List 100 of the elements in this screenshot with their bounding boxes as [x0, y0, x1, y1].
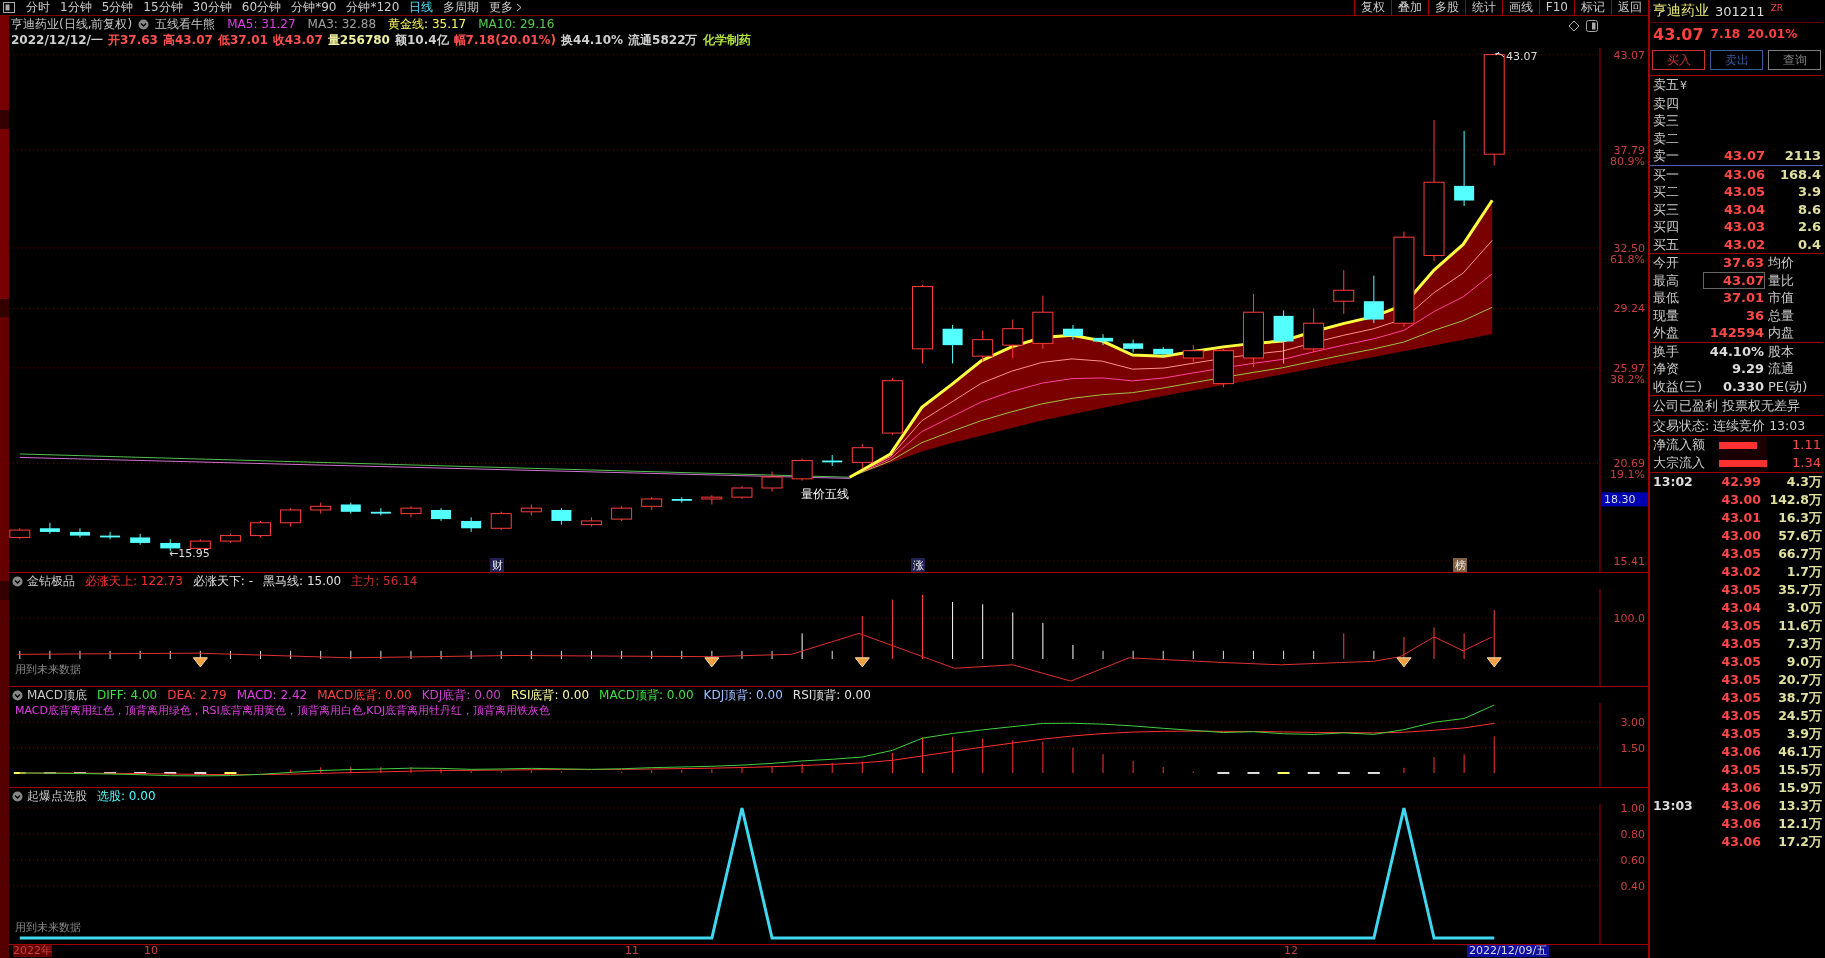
period-tab[interactable]: 分钟*120: [341, 0, 405, 15]
candlestick: [791, 458, 813, 482]
indicator-value: 主力: 56.14: [351, 572, 418, 590]
diamond-icon: [192, 657, 208, 668]
stat-value: 44.10%: [1708, 342, 1765, 360]
warning-note: 用到未来数据: [15, 920, 81, 936]
toolbar-button[interactable]: 多股: [1427, 0, 1465, 15]
indicator-name: MACD顶底: [27, 686, 87, 704]
stat-value: 36: [1744, 306, 1765, 324]
trade-button[interactable]: 查询: [1768, 50, 1821, 70]
panel-toggle-icon[interactable]: [1586, 20, 1598, 32]
candlestick: [400, 505, 422, 518]
candlestick: [611, 505, 633, 522]
trade-volume: 20.7万: [1777, 671, 1823, 689]
diamond-icon: [1486, 657, 1502, 668]
trade-button[interactable]: 买入: [1652, 50, 1705, 70]
candlestick: [942, 324, 963, 364]
indicator-value: MA10: 29.16: [478, 17, 555, 31]
indicator-name: 金钻极品: [27, 572, 75, 590]
candlestick: [520, 503, 542, 516]
order-volume: 8.6: [1796, 200, 1822, 218]
order-level-label: 卖二: [1653, 129, 1680, 147]
order-level-label: 买四: [1653, 218, 1680, 236]
trade-volume: 15.5万: [1777, 761, 1823, 779]
bar-info-text: 换44.10%: [561, 31, 624, 49]
axis-label: 0.40: [1620, 880, 1645, 894]
candlestick: [1212, 348, 1234, 388]
warning-note: 用到未来数据: [15, 662, 81, 678]
window-toggle-icon[interactable]: [3, 2, 15, 13]
order-volume: 168.4: [1778, 165, 1822, 183]
candlestick: [822, 454, 843, 467]
candlestick: [39, 522, 60, 535]
stat-label: 换手: [1653, 342, 1680, 360]
order-volume: 2.6: [1796, 218, 1822, 236]
period-tab[interactable]: 15分钟: [138, 0, 188, 15]
stat-value: 37.01: [1721, 289, 1765, 307]
toolbar-button[interactable]: 复权: [1353, 0, 1391, 15]
axis-label: 15.41: [1613, 555, 1645, 569]
order-volume: 2113: [1783, 147, 1822, 165]
dropdown-icon[interactable]: [12, 689, 23, 701]
flow-value: 1.34: [1791, 454, 1822, 472]
flow-value: 1.11: [1791, 436, 1822, 454]
toolbar-button[interactable]: 返回: [1611, 0, 1648, 15]
trade-volume: 9.0万: [1785, 653, 1823, 671]
period-tab[interactable]: 分钟*90: [286, 0, 342, 15]
toolbar-button[interactable]: 统计: [1464, 0, 1502, 15]
trade-volume: 3.0万: [1785, 599, 1823, 617]
toolbar-button[interactable]: F10: [1538, 0, 1574, 15]
candlestick: [1273, 309, 1294, 364]
axis-percent-label: 80.9%: [1610, 155, 1645, 169]
order-level-label: 买五: [1653, 235, 1680, 253]
dropdown-icon[interactable]: [12, 790, 23, 802]
toolbar-button[interactable]: 标记: [1574, 0, 1611, 15]
trade-volume: 1.7万: [1785, 563, 1823, 581]
trade-price: 43.00: [1720, 527, 1761, 545]
dropdown-icon[interactable]: [12, 575, 23, 587]
event-marker: 榜: [1453, 558, 1467, 572]
bar-info-text: 额10.4亿: [394, 31, 449, 49]
period-tab[interactable]: 1分钟: [55, 0, 97, 15]
indicator-value: DIFF: 4.00: [97, 688, 158, 703]
candlestick: [1093, 333, 1114, 346]
price-change: 7.18: [1710, 27, 1741, 41]
stat-value: 37.63: [1721, 254, 1765, 272]
toolbar-button[interactable]: 叠加: [1390, 0, 1428, 15]
last-price: 43.07: [1653, 24, 1704, 44]
candlestick: [250, 520, 271, 538]
candlestick: [1333, 269, 1355, 315]
order-level-label: 买三: [1653, 200, 1680, 218]
indicator-value: MACD底背: 0.00: [317, 686, 412, 704]
period-tab[interactable]: 分时: [21, 0, 55, 15]
toolbar-button[interactable]: 画线: [1501, 0, 1539, 15]
trade-price: 43.05: [1720, 617, 1761, 635]
period-tab[interactable]: 多周期: [438, 0, 485, 15]
indicator-value: RSI底背: 0.00: [510, 686, 590, 704]
stat-value: 9.29: [1730, 360, 1765, 378]
candlestick: [189, 538, 211, 551]
more-button[interactable]: 更多: [484, 0, 529, 15]
axis-label: 0.80: [1620, 828, 1645, 842]
period-tab[interactable]: 60分钟: [236, 0, 287, 15]
stat-label: 股本: [1767, 342, 1795, 360]
outline-diamond-icon[interactable]: [1568, 20, 1580, 32]
indicator-value: 必涨天下: -: [192, 572, 254, 590]
candlestick: [1002, 319, 1024, 359]
trade-volume: 11.6万: [1777, 617, 1823, 635]
stat-label: 总量: [1767, 306, 1795, 324]
indicator-value: DEA: 2.79: [167, 688, 227, 703]
axis-label: 3.00: [1620, 716, 1645, 730]
indicator-value: RSI顶背: 0.00: [792, 686, 871, 704]
trade-price: 43.05: [1720, 671, 1761, 689]
candlestick: [761, 471, 783, 493]
period-tab[interactable]: 5分钟: [96, 0, 139, 15]
bar-info-text: 幅7.18(20.01%): [453, 31, 557, 49]
order-level-label: 卖三: [1653, 112, 1680, 130]
period-tab[interactable]: 日线: [404, 0, 439, 15]
dropdown-icon[interactable]: [138, 18, 150, 30]
stat-label: 量比: [1767, 271, 1795, 289]
stat-label: 内盘: [1767, 324, 1795, 342]
period-tab[interactable]: 30分钟: [187, 0, 237, 15]
trade-volume: 15.9万: [1777, 779, 1823, 797]
candlestick: [490, 511, 512, 531]
